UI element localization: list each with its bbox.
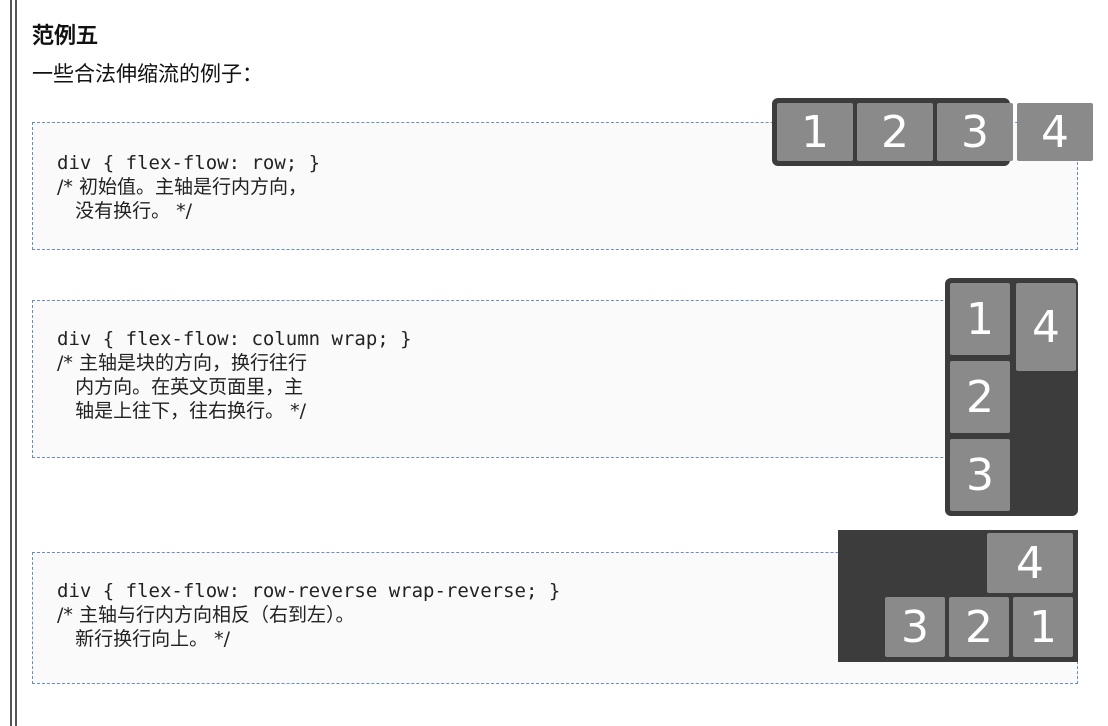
flex-item: 1	[777, 103, 853, 161]
flex-item: 2	[949, 597, 1009, 657]
code-block: div { flex-flow: row-reverse wrap-revers…	[57, 579, 560, 651]
flex-item: 4	[987, 533, 1073, 593]
flex-item: 1	[950, 283, 1010, 355]
flex-item: 1	[1013, 597, 1073, 657]
code-line: div { flex-flow: row-reverse wrap-revers…	[57, 580, 561, 602]
code-line: div { flex-flow: row; }	[57, 152, 321, 174]
comment-line: 没有换行。 */	[57, 200, 193, 222]
flex-item: 4	[1016, 283, 1076, 371]
flex-item: 2	[950, 361, 1010, 433]
left-rule-inner	[15, 0, 17, 726]
flex-demo-row: 1 2 3 4	[772, 98, 1093, 166]
left-rule	[10, 0, 12, 726]
comment-line: 内方向。在英文页面里，主	[57, 376, 304, 398]
flex-item: 3	[937, 103, 1013, 161]
flex-item: 4	[1017, 103, 1093, 161]
flex-demo-row-reverse-wrap-reverse: 1 2 3 4	[838, 530, 1078, 662]
comment-line: /* 主轴是块的方向，换行往行	[57, 352, 307, 374]
flex-item: 3	[950, 439, 1010, 511]
code-block: div { flex-flow: row; } /* 初始值。主轴是行内方向， …	[57, 151, 320, 223]
intro-text: 一些合法伸缩流的例子：	[32, 62, 263, 86]
comment-line: /* 初始值。主轴是行内方向，	[57, 176, 307, 198]
comment-line: 新行换行向上。 */	[57, 628, 231, 650]
example-block-column-wrap: div { flex-flow: column wrap; } /* 主轴是块的…	[32, 300, 1078, 458]
example-heading: 范例五	[32, 24, 99, 49]
code-block: div { flex-flow: column wrap; } /* 主轴是块的…	[57, 327, 412, 423]
flex-item: 2	[857, 103, 933, 161]
comment-line: /* 主轴与行内方向相反（右到左）。	[57, 604, 355, 626]
code-line: div { flex-flow: column wrap; }	[57, 328, 412, 350]
flex-demo-column-wrap: 1 2 3 4	[945, 278, 1078, 516]
comment-line: 轴是上往下，往右换行。 */	[57, 400, 307, 422]
flex-item: 3	[885, 597, 945, 657]
